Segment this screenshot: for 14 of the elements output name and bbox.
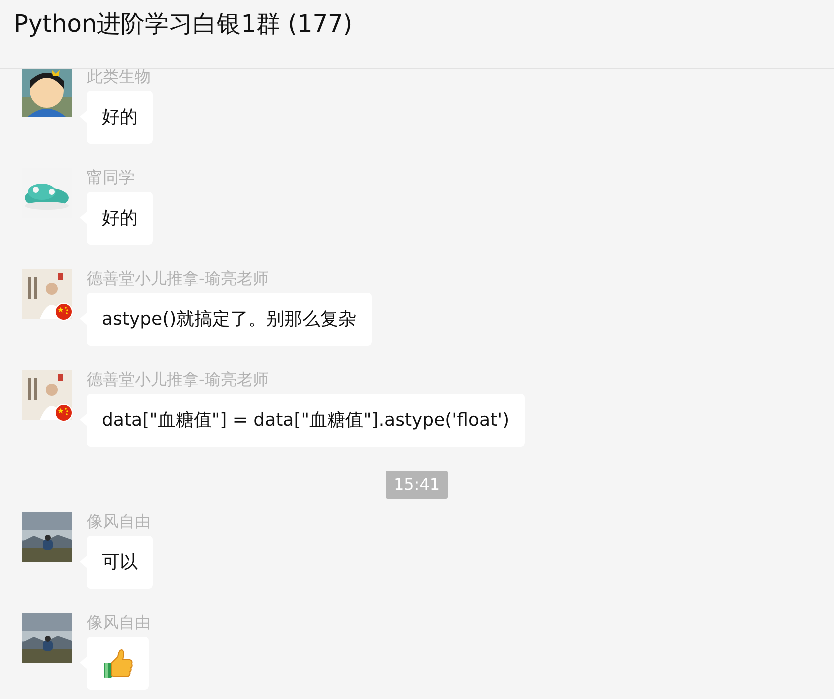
- thumbs-up-icon: [102, 648, 134, 680]
- message-bubble: 好的: [87, 91, 153, 144]
- message-bubble: 可以: [87, 536, 153, 589]
- sender-name: 像风自由: [87, 613, 151, 633]
- sender-name: 德善堂小儿推拿-瑜亮老师: [87, 269, 270, 289]
- message-bubble: 好的: [87, 192, 153, 245]
- sender-name: 像风自由: [87, 512, 152, 532]
- sender-name: 甯同学: [87, 168, 136, 188]
- sender-name: 德善堂小儿推拿-瑜亮老师: [87, 370, 270, 390]
- sender-name: 此类生物: [87, 69, 152, 87]
- chat-title: Python进阶学习白银1群 (177): [14, 9, 354, 40]
- message-bubble: data["血糖值"] = data["血糖值"].astype('float'): [87, 394, 525, 447]
- message-bubble: astype()就搞定了。别那么复杂: [87, 293, 372, 346]
- timestamp: 15:41: [386, 471, 448, 499]
